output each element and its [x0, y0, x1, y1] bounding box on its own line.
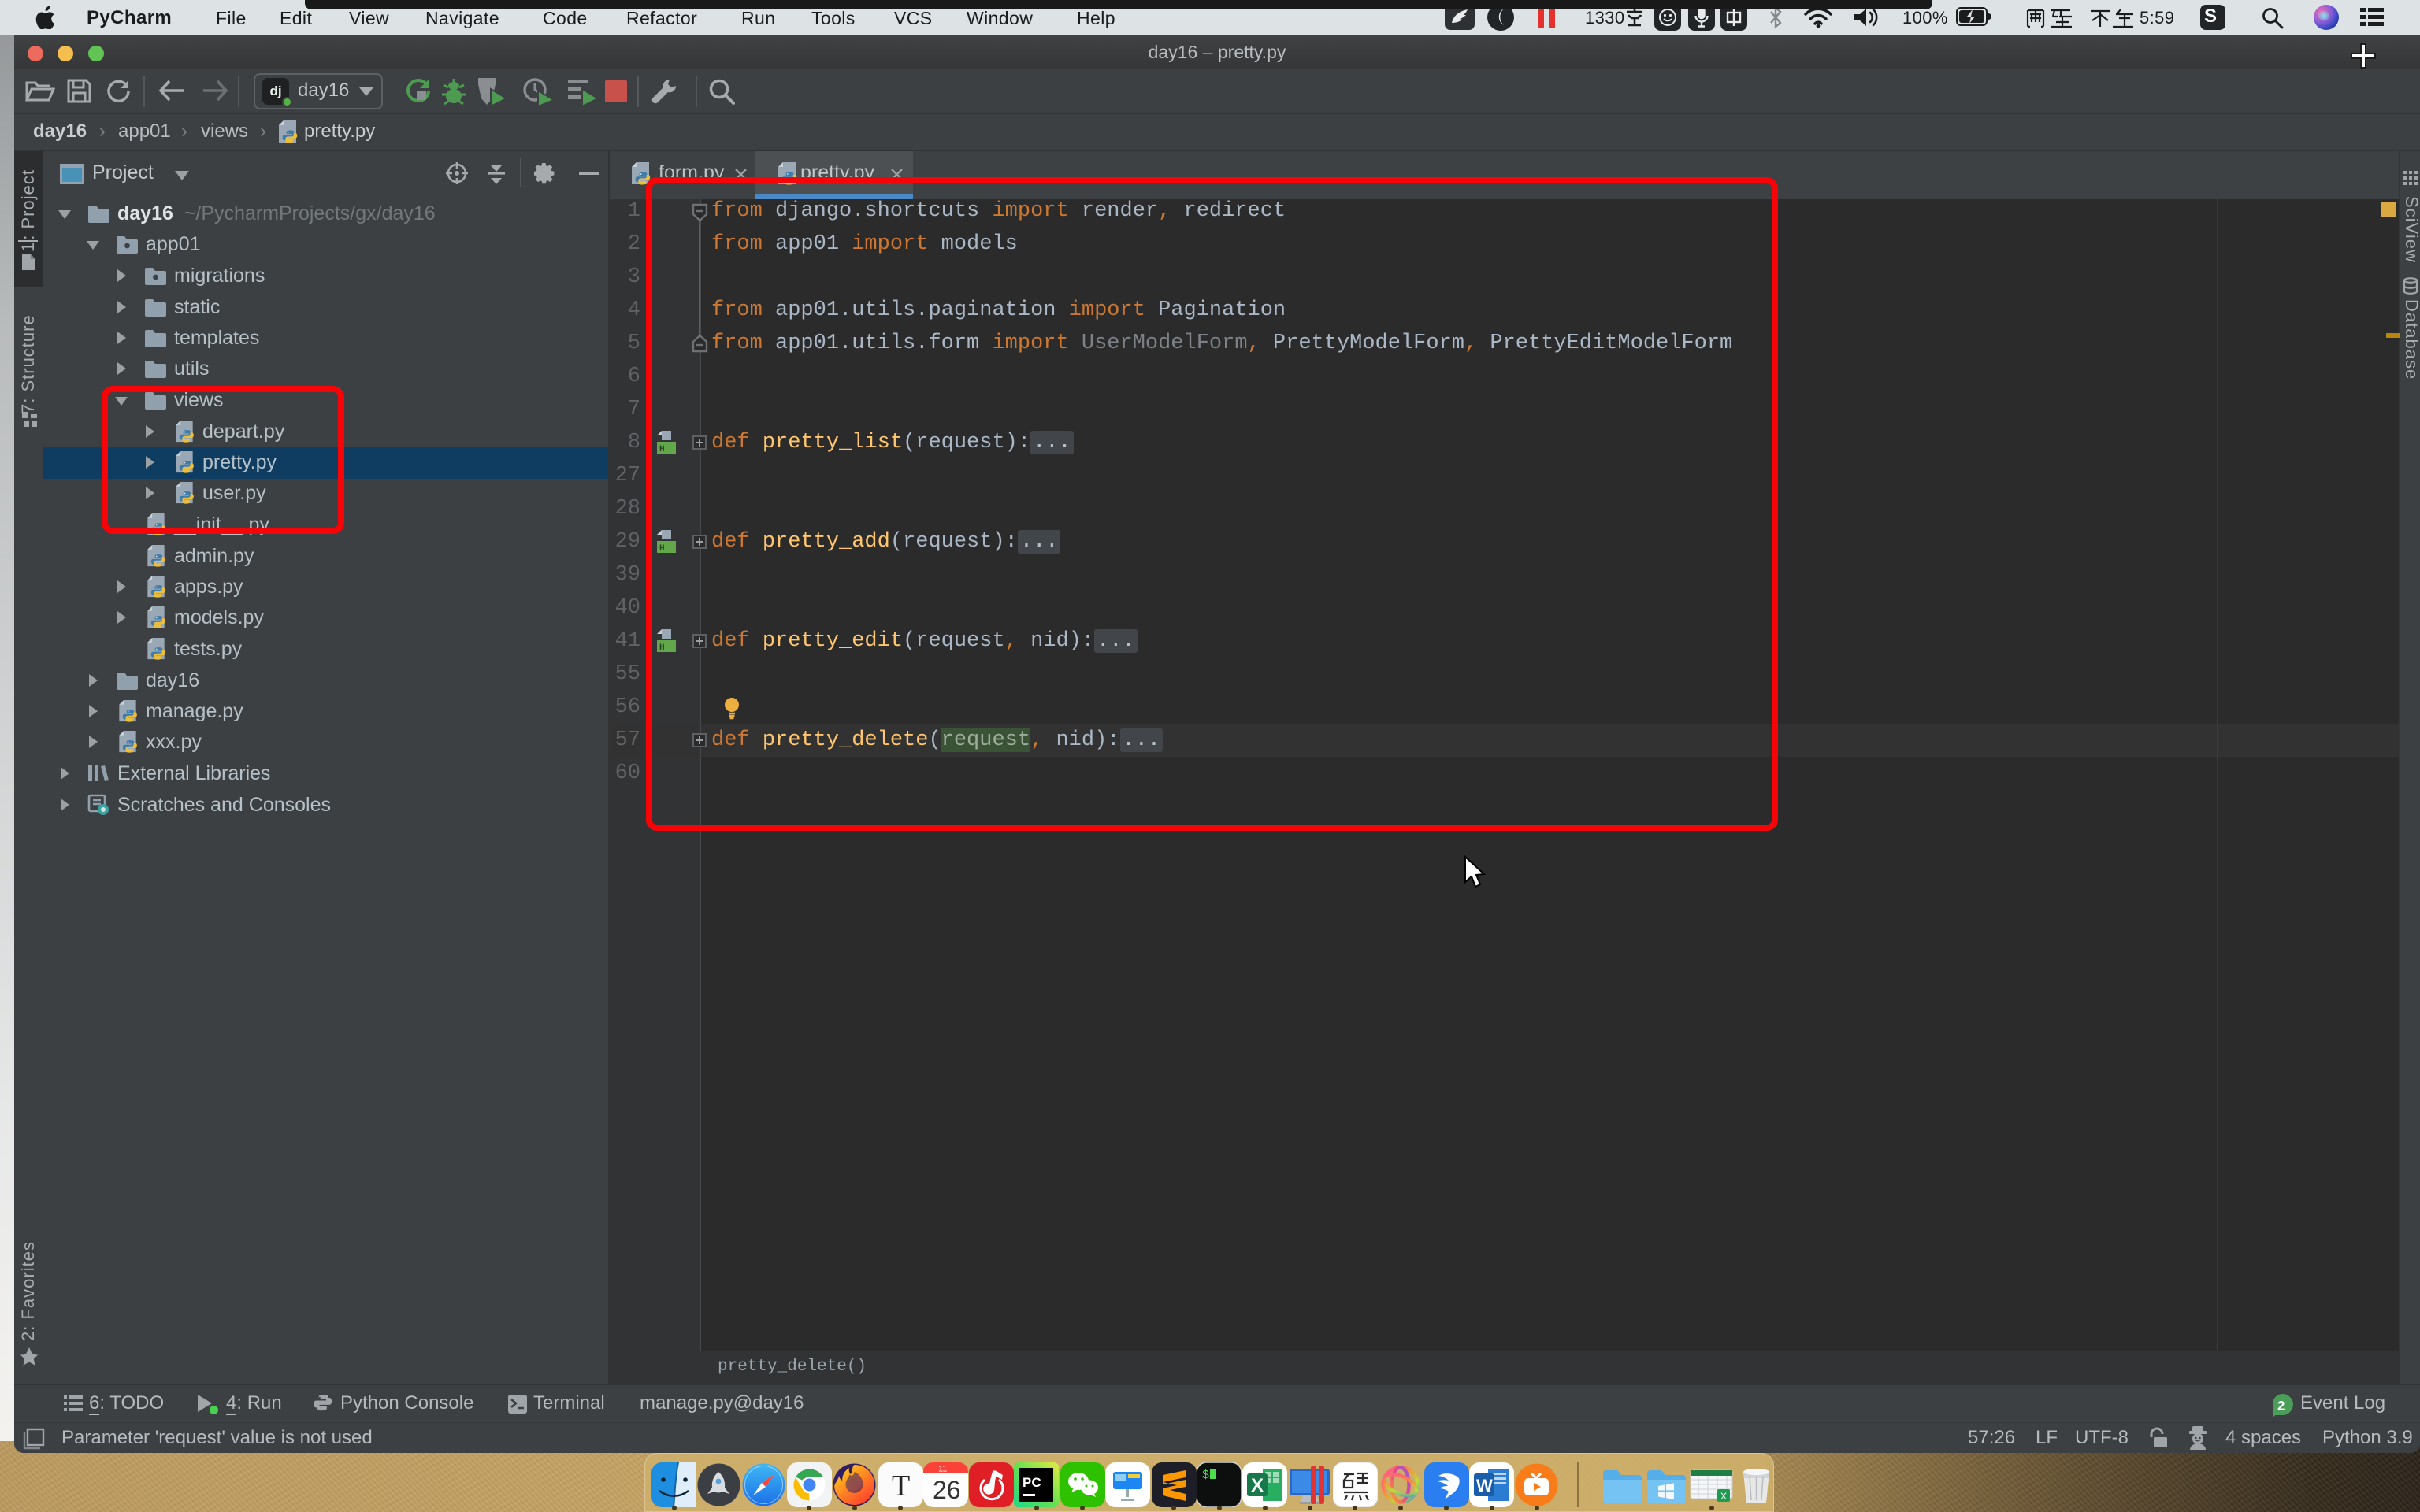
svg-text:X: X — [1251, 1475, 1264, 1496]
svg-text:T: T — [892, 1469, 910, 1503]
svg-text:W: W — [1476, 1476, 1493, 1495]
svg-text:2: 2 — [2277, 1399, 2285, 1414]
svg-text:PC: PC — [1023, 1475, 1041, 1490]
svg-text:$: $ — [1202, 1469, 1209, 1482]
svg-text:11: 11 — [938, 1465, 947, 1474]
svg-text:X: X — [1720, 1491, 1727, 1502]
svg-text:26: 26 — [933, 1476, 961, 1504]
